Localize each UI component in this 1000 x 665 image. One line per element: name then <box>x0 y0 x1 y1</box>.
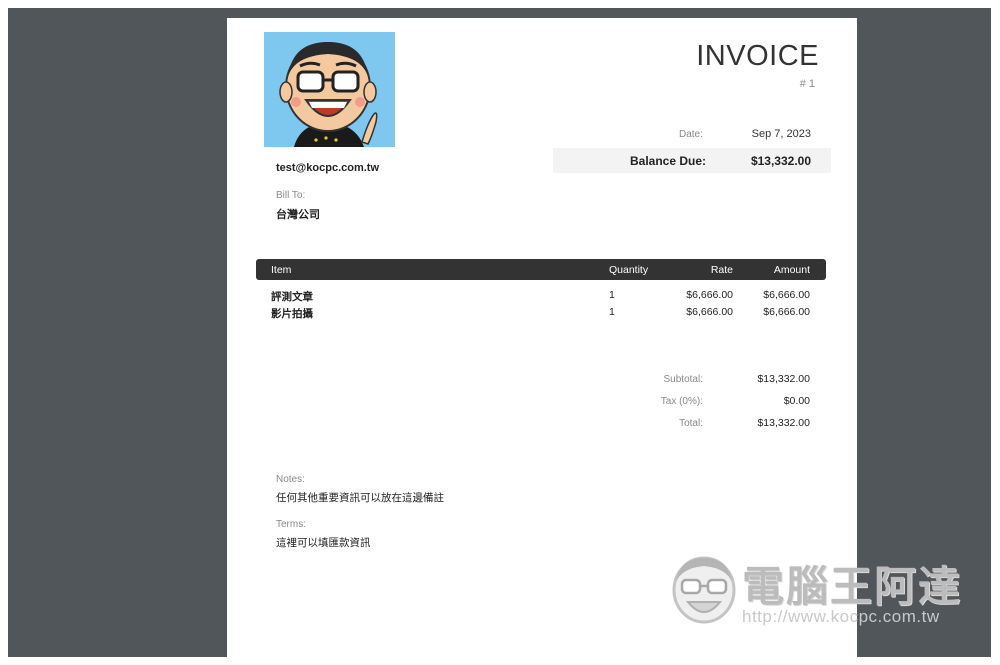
date-label: Date: <box>679 129 703 140</box>
invoice-number: # 1 <box>799 78 815 90</box>
tax-label: Tax (0%): <box>660 396 703 407</box>
watermark-avatar-icon <box>672 556 736 624</box>
subtotal-value: $13,332.00 <box>757 373 810 385</box>
terms-label: Terms: <box>276 519 306 530</box>
balance-due-box: Balance Due: $13,332.00 <box>553 148 831 173</box>
watermark-url: http://www.kocpc.com.tw <box>742 607 940 626</box>
table-row: 影片拍攝 1 $6,666.00 $6,666.00 <box>256 306 826 322</box>
header-quantity: Quantity <box>609 264 649 276</box>
items-table-header: Item Quantity Rate Amount <box>256 259 826 280</box>
row-item: 評測文章 <box>271 291 313 303</box>
header-item: Item <box>271 264 292 276</box>
row-quantity: 1 <box>609 289 615 301</box>
notes-label: Notes: <box>276 474 305 485</box>
invoice-title: INVOICE <box>696 40 819 72</box>
watermark-text: 電腦王阿達 <box>742 563 963 610</box>
subtotal-label: Subtotal: <box>663 374 703 385</box>
bill-to-value: 台灣公司 <box>276 209 320 221</box>
header-amount: Amount <box>773 264 810 276</box>
row-rate: $6,666.00 <box>686 306 733 318</box>
table-row: 評測文章 1 $6,666.00 $6,666.00 <box>256 289 826 305</box>
total-value: $13,332.00 <box>757 417 810 429</box>
row-item: 影片拍攝 <box>271 308 313 320</box>
bill-to-label: Bill To: <box>276 190 306 201</box>
row-rate: $6,666.00 <box>686 289 733 301</box>
watermark: 電腦王阿達 http://www.kocpc.com.tw <box>668 545 968 635</box>
total-label: Total: <box>679 418 703 429</box>
balance-due-label: Balance Due: <box>630 154 707 168</box>
tax-value: $0.00 <box>783 395 810 407</box>
header-rate: Rate <box>710 264 733 276</box>
row-quantity: 1 <box>609 306 615 318</box>
row-amount: $6,666.00 <box>763 289 810 301</box>
notes-value: 任何其他重要資訊可以放在這邊備註 <box>276 492 444 504</box>
balance-due-value: $13,332.00 <box>750 154 811 168</box>
terms-value: 這裡可以填匯款資訊 <box>276 537 371 549</box>
from-email: test@kocpc.com.tw <box>276 162 380 174</box>
date-value: Sep 7, 2023 <box>751 128 811 140</box>
cartoon-avatar-icon <box>264 32 395 147</box>
row-amount: $6,666.00 <box>763 306 810 318</box>
